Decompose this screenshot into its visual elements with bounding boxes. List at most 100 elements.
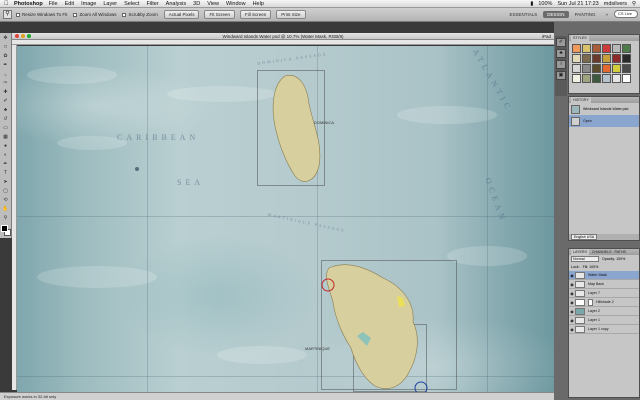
style-swatch[interactable] (592, 74, 601, 83)
layer-row[interactable]: ◉ Map Back (569, 280, 639, 289)
quick-select-tool-icon[interactable]: ✒ (1, 61, 11, 69)
style-swatch[interactable] (622, 74, 631, 83)
tab-channels[interactable]: CHANNELS (592, 249, 612, 255)
style-swatch[interactable] (612, 54, 621, 63)
brush-panel-icon[interactable]: ✐ (556, 38, 566, 47)
zoom-all-checkbox[interactable]: Zoom All Windows (73, 12, 116, 17)
dodge-tool-icon[interactable]: ◐ (1, 151, 11, 159)
battery-icon[interactable]: ▮ (530, 1, 533, 7)
navigator-panel-icon[interactable]: ▣ (556, 71, 566, 80)
menu-select[interactable]: Select (124, 1, 139, 7)
eraser-tool-icon[interactable]: ▭ (1, 124, 11, 132)
fill-field[interactable]: Fill: 100% (583, 265, 599, 269)
clock[interactable]: Sun Jul 21 17:23 (557, 1, 598, 7)
info-panel-icon[interactable]: i (556, 60, 566, 69)
style-swatch[interactable] (582, 44, 591, 53)
stamp-tool-icon[interactable]: ♣ (1, 106, 11, 114)
lasso-tool-icon[interactable]: ✿ (1, 52, 11, 60)
style-swatch[interactable] (602, 74, 611, 83)
workspace-more[interactable]: » (601, 11, 612, 18)
tab-layers[interactable]: LAYERS (571, 249, 589, 255)
menu-analysis[interactable]: Analysis (166, 1, 186, 7)
menu-image[interactable]: Image (81, 1, 96, 7)
layer-row[interactable]: ◉ Hillshade 2 (569, 298, 639, 307)
app-menu[interactable]: Photoshop (14, 1, 43, 7)
language-select[interactable]: English USA (571, 234, 598, 240)
document-canvas[interactable]: CARIBBEAN SEA ATLANTIC OCEAN MARTINIQUE … (17, 46, 554, 392)
resize-windows-checkbox[interactable]: Resize Windows To Fit (16, 12, 67, 17)
print-size-button[interactable]: Print Size (276, 10, 306, 19)
style-swatch[interactable] (612, 74, 621, 83)
style-swatch[interactable] (622, 64, 631, 73)
zoom-tool-icon[interactable]: ⚲ (3, 10, 12, 19)
menu-layer[interactable]: Layer (103, 1, 117, 7)
style-swatch[interactable] (582, 64, 591, 73)
tab-styles[interactable]: STYLES (571, 35, 589, 41)
menu-edit[interactable]: Edit (65, 1, 74, 7)
fill-screen-button[interactable]: Fill Screen (240, 10, 272, 19)
crop-tool-icon[interactable]: ⌞ (1, 70, 11, 78)
brush-tool-icon[interactable]: ✐ (1, 97, 11, 105)
move-tool-icon[interactable]: ✥ (1, 34, 11, 42)
menu-filter[interactable]: Filter (146, 1, 158, 7)
pen-tool-icon[interactable]: ✒ (1, 160, 11, 168)
zoom-window-icon[interactable] (27, 34, 31, 38)
menu-view[interactable]: View (207, 1, 219, 7)
spotlight-icon[interactable]: ⚲ (632, 1, 636, 7)
style-swatch[interactable] (622, 44, 631, 53)
document-title-bar[interactable]: Windward Islands Water psd @ 10.7% (Wate… (12, 33, 554, 40)
style-swatch[interactable] (602, 44, 611, 53)
style-swatch[interactable] (572, 64, 581, 73)
workspace-design[interactable]: DESIGN (543, 10, 569, 18)
menu-file[interactable]: File (49, 1, 58, 7)
style-swatch[interactable] (572, 74, 581, 83)
type-tool-icon[interactable]: T (1, 169, 11, 177)
blur-tool-icon[interactable]: ● (1, 142, 11, 150)
menu-window[interactable]: Window (226, 1, 246, 7)
tab-history[interactable]: HISTORY (571, 97, 591, 103)
style-swatch[interactable] (572, 54, 581, 63)
3d-rotate-tool-icon[interactable]: ⟲ (1, 196, 11, 204)
cs-live-search[interactable]: CS Live (614, 10, 638, 18)
scrubby-zoom-checkbox[interactable]: Scrubby Zoom (122, 12, 158, 17)
style-swatch[interactable] (582, 54, 591, 63)
style-swatch[interactable] (572, 44, 581, 53)
hand-tool-icon[interactable]: ✋ (1, 205, 11, 213)
actual-pixels-button[interactable]: Actual Pixels (163, 10, 200, 19)
style-swatch[interactable] (592, 44, 601, 53)
workspace-essentials[interactable]: ESSENTIALS (506, 11, 542, 18)
style-swatch[interactable] (622, 54, 631, 63)
workspace-painting[interactable]: PAINTING (571, 11, 600, 18)
tab-paths[interactable]: PATHS (615, 249, 626, 255)
clone-source-panel-icon[interactable]: ♣ (556, 49, 566, 58)
style-swatch[interactable] (612, 44, 621, 53)
shape-tool-icon[interactable]: ▢ (1, 187, 11, 195)
foreground-color[interactable] (1, 225, 8, 232)
layer-row[interactable]: ◉ Layer 7 (569, 289, 639, 298)
eyedropper-tool-icon[interactable]: ✑ (1, 79, 11, 87)
layer-row[interactable]: ◉ Layer 2 (569, 307, 639, 316)
history-brush-tool-icon[interactable]: ↺ (1, 115, 11, 123)
history-snapshot[interactable]: Windward Islands Water.psd (569, 103, 639, 115)
style-swatch[interactable] (592, 54, 601, 63)
close-window-icon[interactable] (15, 34, 19, 38)
layer-row[interactable]: ◉ Layer 1 (569, 316, 639, 325)
healing-tool-icon[interactable]: ✚ (1, 88, 11, 96)
style-swatch[interactable] (612, 64, 621, 73)
style-swatch[interactable] (602, 54, 611, 63)
opacity-field[interactable]: Opacity: 100% (602, 257, 625, 261)
menu-help[interactable]: Help (253, 1, 264, 7)
marquee-tool-icon[interactable]: □ (1, 43, 11, 51)
layer-row[interactable]: ◉ Water Mask (569, 271, 639, 280)
gradient-tool-icon[interactable]: ▦ (1, 133, 11, 141)
style-swatch[interactable] (582, 74, 591, 83)
horizontal-ruler[interactable] (12, 40, 554, 45)
history-state-open[interactable]: Open (569, 115, 639, 127)
style-swatch[interactable] (592, 64, 601, 73)
user-name[interactable]: mdsilvers (604, 1, 627, 7)
zoom-tool-icon[interactable]: ⚲ (1, 214, 11, 222)
path-select-tool-icon[interactable]: ➤ (1, 178, 11, 186)
minimize-window-icon[interactable] (21, 34, 25, 38)
blend-mode-select[interactable]: Normal (571, 256, 599, 262)
apple-menu-icon[interactable]:  (4, 1, 10, 7)
